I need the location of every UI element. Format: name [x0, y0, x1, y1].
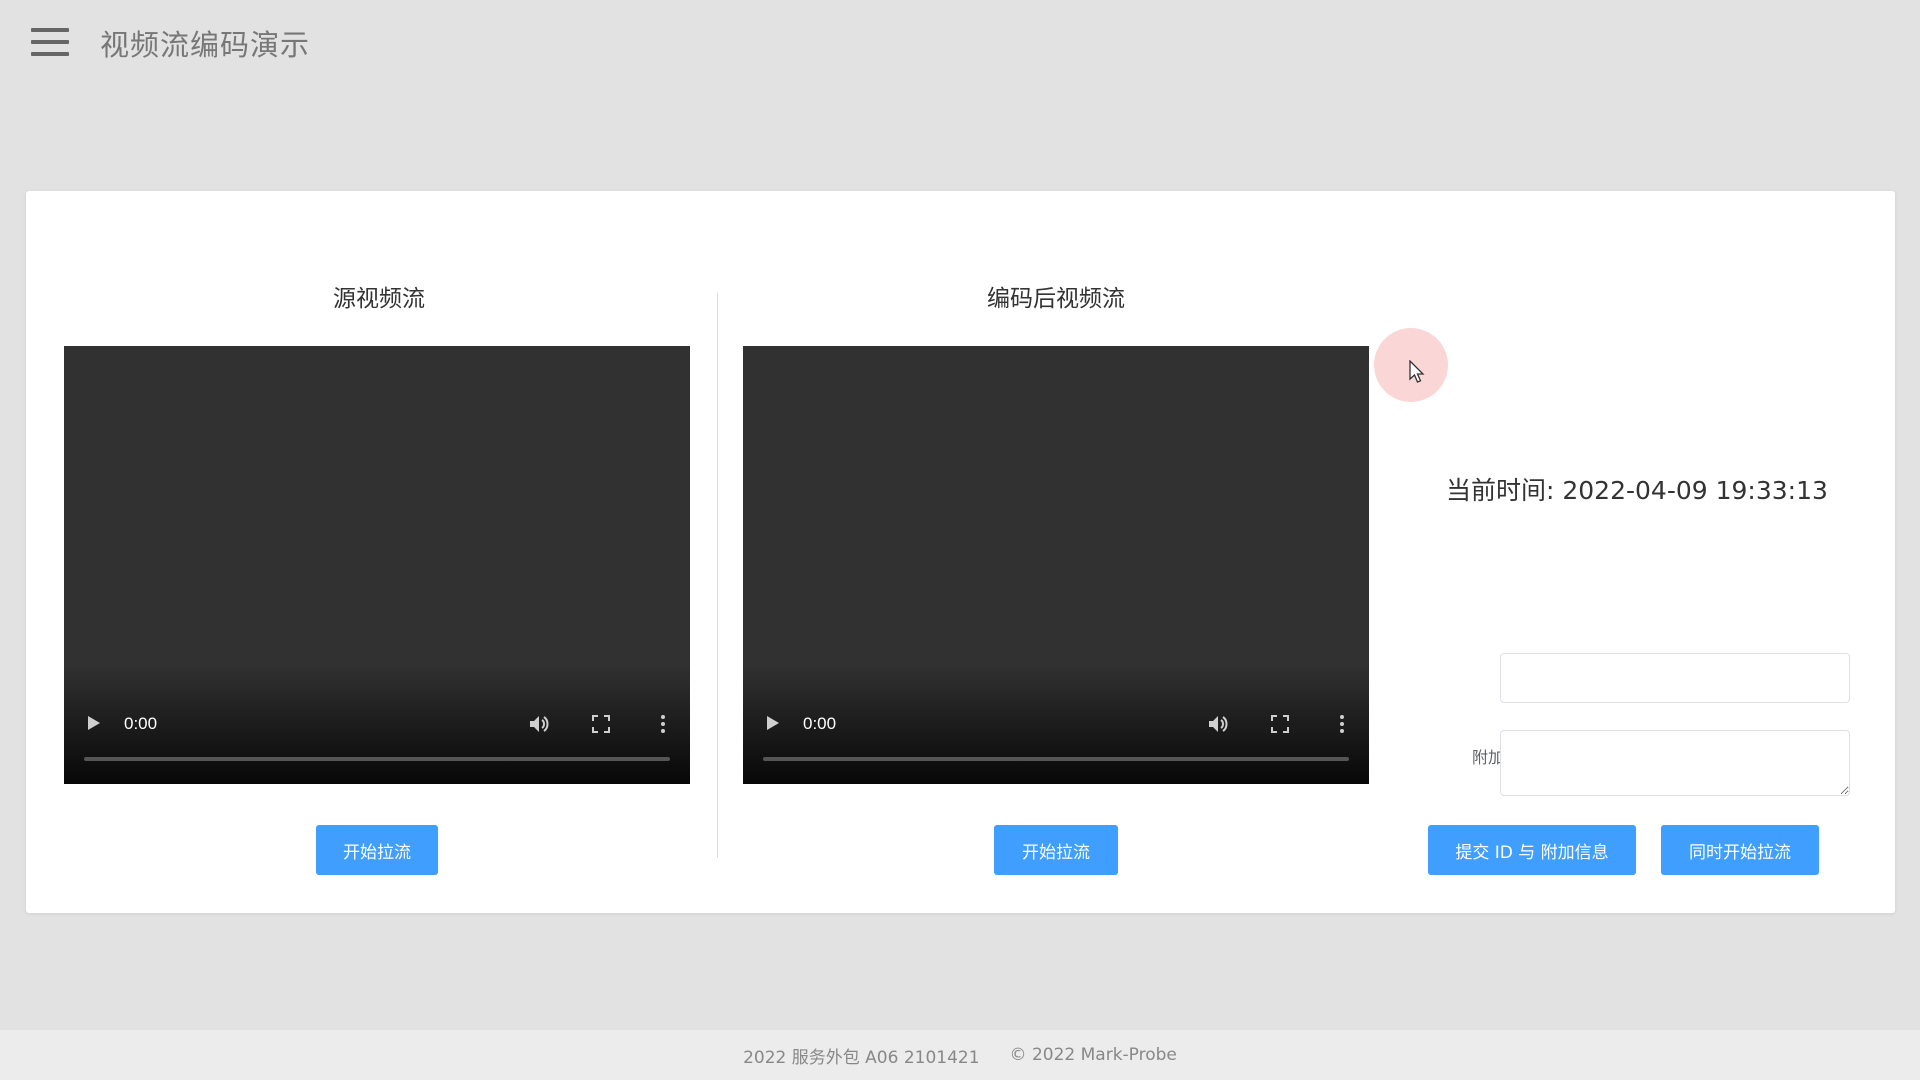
encoded-video-player[interactable]: 0:00: [743, 346, 1369, 784]
source-panel-title: 源视频流: [333, 286, 425, 312]
start-both-pull-button[interactable]: 同时开始拉流: [1661, 825, 1819, 875]
fullscreen-icon[interactable]: [592, 715, 610, 733]
source-video-player[interactable]: 0:00: [64, 346, 690, 784]
volume-icon[interactable]: [1207, 714, 1229, 734]
footer: 2022 服务外包 A06 2101421 © 2022 Mark-Probe: [0, 1030, 1920, 1080]
more-options-icon[interactable]: [1339, 714, 1345, 734]
encoded-panel-title: 编码后视频流: [987, 286, 1125, 312]
video-time: 0:00: [124, 714, 158, 733]
fullscreen-icon[interactable]: [1271, 715, 1289, 733]
video-controls: 0:00: [743, 684, 1369, 784]
app-title: 视频流编码演示: [100, 28, 311, 62]
id-input[interactable]: [1500, 653, 1850, 703]
main-card: 源视频流 0:00 开始拉流 编码后视频流 0:00 开始拉流 当前时间: 20…: [26, 191, 1895, 913]
submit-id-info-button[interactable]: 提交 ID 与 附加信息: [1428, 825, 1636, 875]
volume-icon[interactable]: [528, 714, 550, 734]
play-icon[interactable]: [767, 716, 779, 730]
video-progress-bar[interactable]: [763, 757, 1349, 761]
encoded-start-pull-button[interactable]: 开始拉流: [994, 825, 1118, 875]
footer-copyright: © 2022 Mark-Probe: [1009, 1045, 1177, 1065]
video-controls: 0:00: [64, 684, 690, 784]
hamburger-menu-icon[interactable]: [31, 28, 69, 56]
more-options-icon[interactable]: [660, 714, 666, 734]
extra-info-textarea[interactable]: [1500, 730, 1850, 796]
video-time: 0:00: [803, 714, 837, 733]
play-icon[interactable]: [88, 716, 100, 730]
video-progress-bar[interactable]: [84, 757, 670, 761]
app-header: 视频流编码演示: [0, 0, 1920, 90]
current-time-label: 当前时间: 2022-04-09 19:33:13: [1446, 476, 1828, 505]
panel-divider: [717, 293, 718, 858]
footer-project-info: 2022 服务外包 A06 2101421: [743, 1047, 980, 1068]
source-start-pull-button[interactable]: 开始拉流: [316, 825, 438, 875]
mouse-cursor-icon: [1409, 360, 1425, 383]
